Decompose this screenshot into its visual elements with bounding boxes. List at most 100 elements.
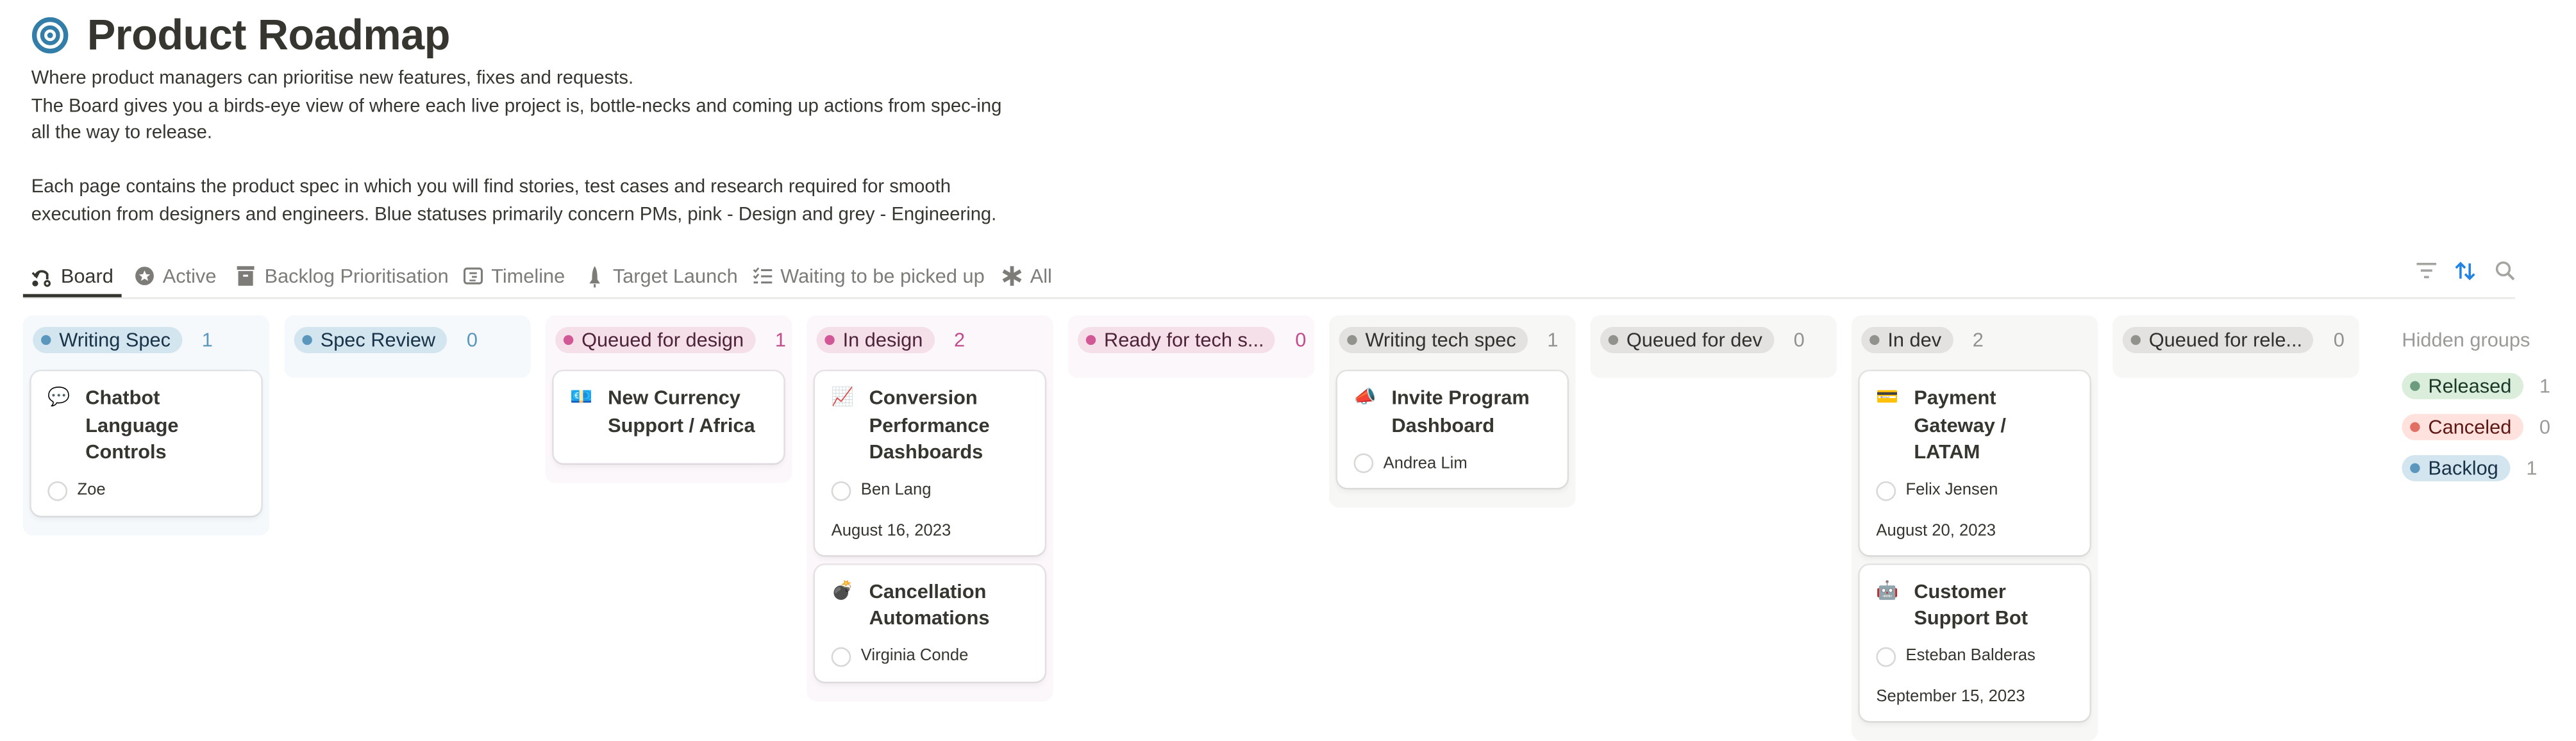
board-column-queued-for-design: Queued for design 1 💶 New Currency Support … [545,315,792,483]
card-title-row: 💶 New Currency Support / Africa [570,385,767,439]
status-dot [563,335,574,346]
status-label: In design [842,328,923,352]
board-column-queued-for-rele: Queued for rele... 0 [2112,315,2359,378]
status-pill[interactable]: Released [2402,372,2523,399]
column-header: Spec Review 0 [284,315,530,365]
column-header: Ready for tech s... 0 [1068,315,1314,365]
board-card[interactable]: 📣 Invite Program Dashboard Andrea Lim [1337,371,1568,488]
hidden-groups-label: Hidden groups [2402,328,2530,352]
assignee-name: Esteban Balderas [1905,647,2036,665]
status-dot [41,335,51,346]
tab-board[interactable]: Board [31,260,113,292]
description-line: execution from designers and engineers. … [31,204,997,224]
tab-label: Waiting to be picked up [780,264,985,288]
status-label: Queued for rele... [2148,328,2303,352]
status-dot [1347,335,1357,346]
status-pill[interactable]: Spec Review [294,326,447,353]
card-date: September 15, 2023 [1876,687,2025,706]
page-description[interactable]: Where product managers can prioritise ne… [31,66,1050,229]
archive-box-icon [235,265,256,287]
tab-all[interactable]: All [1001,260,1052,292]
column-footer [1852,720,2098,740]
board-card[interactable]: 📈 Conversion Performance Dashboards Ben La… [815,371,1045,554]
card-title: Conversion Performance Dashboards [869,386,990,463]
tab-active[interactable]: Active [133,260,216,292]
status-dot [1869,335,1880,346]
board-column-queued-for-dev: Queued for dev 0 [1590,315,1837,378]
column-header: Queued for dev 0 [1591,315,1837,365]
status-pill[interactable]: Ready for tech s... [1078,326,1276,353]
card-title: Cancellation Automations [869,579,990,629]
column-count: 0 [1793,328,1805,352]
tab-target-launch[interactable]: Target Launch [583,260,738,292]
status-pill[interactable]: Canceled [2402,413,2523,440]
hidden-group-released[interactable]: Released 1 [2402,365,2566,406]
board-card[interactable]: 🤖 Customer Support Bot Esteban Balderas Sep… [1859,564,2090,720]
bomb-icon: 💣 [831,580,854,601]
status-pill[interactable]: In design [816,326,935,353]
board-card[interactable]: 💶 New Currency Support / Africa [553,371,784,463]
tab-label: Target Launch [612,264,738,288]
board-column-writing-tech-spec: Writing tech spec 1 📣 Invite Program Dashbo… [1329,315,1576,508]
description-line: Each page contains the product spec in w… [31,177,951,197]
column-footer [1068,365,1314,378]
tab-timeline[interactable]: Timeline [462,260,565,292]
card-title-row: 📣 Invite Program Dashboard [1354,385,1551,439]
rocket-icon [583,265,605,287]
status-pill[interactable]: Writing tech spec [1339,326,1528,353]
sort-icon[interactable] [2454,260,2475,281]
status-dot [2410,380,2420,390]
active-tab-indicator [22,294,122,297]
column-count: 0 [1295,328,1307,352]
avatar [1876,646,1896,667]
status-pill[interactable]: Writing Spec [33,326,182,353]
card-assignee: Andrea Lim [1353,453,1551,473]
filter-icon[interactable] [2415,260,2436,281]
status-pill[interactable]: Queued for rele... [2122,326,2314,353]
status-pill[interactable]: Queued for dev [1600,326,1774,353]
card-title-row: 💳 Payment Gateway / LATAM [1876,385,2073,466]
column-count: 2 [954,328,966,352]
group-count: 1 [2526,456,2538,479]
hidden-group-canceled[interactable]: Canceled 0 [2402,406,2566,447]
board-column-in-design: In design 2 📈 Conversion Performance Dashbo… [807,315,1053,701]
column-footer [1329,488,1575,508]
status-pill[interactable]: In dev [1861,326,1953,353]
status-dot [824,335,835,346]
credit-card-icon: 💳 [1876,387,1899,408]
page-title[interactable]: Product Roadmap [87,10,451,60]
assignee-name: Ben Lang [860,481,932,499]
status-label: In dev [1887,328,1942,352]
column-header: Queued for design 1 [546,315,792,365]
search-icon[interactable] [2494,260,2515,281]
tab-backlog-prioritisation[interactable]: Backlog Prioritisation [235,260,449,292]
column-count: 1 [774,328,786,352]
hidden-group-backlog[interactable]: Backlog 1 [2402,447,2566,488]
board-card[interactable]: 💳 Payment Gateway / LATAM Felix Jensen Augu… [1859,371,2090,554]
tab-waiting-to-be-picked-up[interactable]: Waiting to be picked up [751,260,985,292]
column-count: 1 [1547,328,1559,352]
card-title-row: 📈 Conversion Performance Dashboards [832,385,1029,466]
status-pill[interactable]: Backlog [2402,454,2510,481]
view-toolbar [2415,260,2515,281]
tab-label: Timeline [491,264,565,288]
column-footer [807,681,1053,701]
status-label: Writing Spec [59,328,171,352]
tab-label: Backlog Prioritisation [264,264,449,288]
board-card[interactable]: 💬 Chatbot Language Controls Zoe [31,371,262,515]
status-label: Canceled [2428,415,2512,438]
euro-banknote-icon: 💶 [570,387,593,408]
card-title: New Currency Support / Africa [608,386,755,437]
card-assignee: Zoe [47,480,245,501]
avatar [831,646,851,667]
card-title-row: 💣 Cancellation Automations [832,578,1029,632]
avatar [831,480,851,501]
status-dot [1085,335,1096,346]
card-date: August 16, 2023 [831,521,951,540]
target-icon[interactable] [31,17,69,54]
status-dot [2130,335,2141,346]
status-pill[interactable]: Queued for design [555,326,756,353]
avatar [1353,453,1374,473]
board-card[interactable]: 💣 Cancellation Automations Virginia Conde [815,564,1045,681]
card-title: Payment Gateway / LATAM [1914,386,2006,463]
